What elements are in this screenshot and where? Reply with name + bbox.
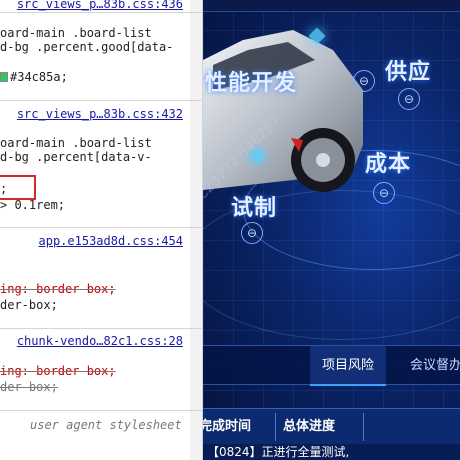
- rule-divider: [0, 227, 202, 228]
- tile-supply[interactable]: 供应: [385, 54, 431, 86]
- supply-arrow-icon[interactable]: ⊖: [398, 88, 420, 110]
- rule-divider: [0, 328, 202, 329]
- selector-line: oard-main .board-list: [0, 26, 152, 40]
- overridden-declaration[interactable]: der-box;: [0, 380, 58, 394]
- dashboard-top-bar: [203, 0, 460, 12]
- highlight-box: [0, 175, 36, 200]
- selector-line: d-bg .percent.good[data-: [0, 40, 174, 54]
- trial-arrow-icon[interactable]: ⊖: [241, 222, 263, 244]
- devtools-styles-pane: src_views_p…83b.css:436 oard-main .board…: [0, 0, 203, 460]
- performance-arrow-icon[interactable]: ⊖: [353, 70, 375, 92]
- devtools-scrollbar[interactable]: [190, 0, 202, 460]
- declaration-line[interactable]: #34c85a;: [0, 70, 68, 84]
- rule-divider: [0, 100, 202, 101]
- color-swatch[interactable]: [0, 72, 8, 82]
- rule-divider: [0, 410, 202, 411]
- tab-project-risk[interactable]: 项目风险: [310, 346, 387, 386]
- declaration-line[interactable]: der-box;: [0, 298, 58, 312]
- rule-source-link[interactable]: src_views_p…83b.css:432: [17, 107, 183, 121]
- selector-line: oard-main .board-list: [0, 136, 152, 150]
- selector-line: d-bg .percent[data-v-: [0, 150, 152, 164]
- dashboard-preview: 性能开发 ⊖ 供应 ⊖ 成本 ⊖ 试制 ⊖ C23772 546257 项目风险…: [203, 0, 460, 460]
- column-divider: [363, 413, 364, 441]
- user-agent-stylesheet-label: user agent stylesheet: [30, 418, 182, 432]
- column-header-completion-time[interactable]: 完成时间: [203, 409, 251, 445]
- rule-divider: [0, 12, 202, 13]
- cost-arrow-icon[interactable]: ⊖: [373, 182, 395, 204]
- tile-performance-development[interactable]: 性能开发: [205, 65, 297, 97]
- rule-source-link[interactable]: src_views_p…83b.css:436: [17, 0, 183, 11]
- table-header: 完成时间 总体进度: [203, 408, 460, 444]
- overridden-declaration[interactable]: ing: border-box;: [0, 282, 116, 296]
- overridden-declaration[interactable]: ing: border-box;: [0, 364, 116, 378]
- column-header-overall-progress[interactable]: 总体进度: [283, 409, 335, 445]
- tile-trial-production[interactable]: 试制: [231, 190, 277, 222]
- rule-source-link[interactable]: app.e153ad8d.css:454: [39, 234, 184, 248]
- column-divider: [275, 413, 276, 441]
- rule-source-link[interactable]: chunk-vendo…82c1.css:28: [17, 334, 183, 348]
- tile-cost[interactable]: 成本: [365, 146, 411, 178]
- declaration-line[interactable]: > 0.1rem;: [0, 198, 65, 212]
- table-row: 【0824】正进行全量测试,: [203, 444, 460, 460]
- tab-bar: 项目风险 会议督办: [203, 345, 460, 386]
- tab-meeting-supervision[interactable]: 会议督办: [410, 346, 460, 386]
